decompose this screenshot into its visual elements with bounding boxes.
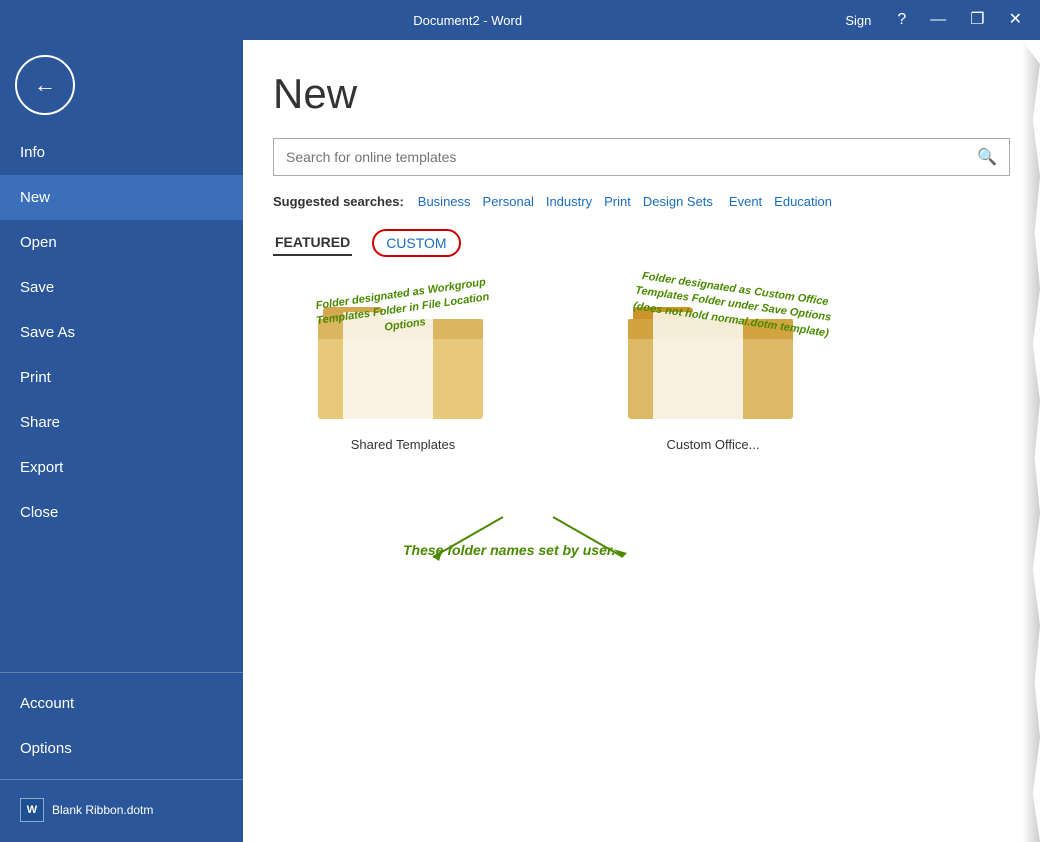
- sidebar-divider-2: [0, 779, 243, 780]
- suggested-label: Suggested searches:: [273, 194, 404, 209]
- suggested-event[interactable]: Event: [725, 192, 766, 211]
- sidebar-item-open[interactable]: Open: [0, 220, 243, 265]
- restore-button[interactable]: ❐: [962, 8, 992, 32]
- custom-folder-container: Folder designated as Custom Office Templ…: [623, 277, 803, 427]
- page-title: New: [273, 70, 1010, 118]
- suggested-education[interactable]: Education: [770, 192, 836, 211]
- recent-file-label: Blank Ribbon.dotm: [52, 803, 153, 817]
- recent-file-item[interactable]: W Blank Ribbon.dotm: [0, 788, 243, 832]
- shared-templates-label[interactable]: Shared Templates: [313, 437, 493, 452]
- sidebar-item-close[interactable]: Close: [0, 490, 243, 535]
- back-icon: ←: [34, 72, 56, 98]
- sidebar-bottom: Account Options W Blank Ribbon.dotm: [0, 664, 243, 832]
- sidebar-divider-1: [0, 672, 243, 673]
- sidebar: ← Info New Open Save Save As Print Share…: [0, 40, 243, 842]
- search-input[interactable]: [286, 149, 977, 165]
- window-controls: Sign ? — ❐ ✕: [845, 8, 1030, 32]
- custom-office-item: Folder designated as Custom Office Templ…: [623, 277, 803, 452]
- title-bar: Document2 - Word Sign ? — ❐ ✕: [0, 0, 1040, 40]
- back-button[interactable]: ←: [15, 55, 75, 115]
- shared-templates-item: Folder designated as Workgroup Templates…: [313, 277, 493, 452]
- suggested-industry[interactable]: Industry: [542, 192, 596, 211]
- suggested-searches: Suggested searches: Business Personal In…: [273, 192, 1010, 211]
- minimize-button[interactable]: —: [922, 8, 954, 32]
- torn-edge: [1022, 40, 1040, 842]
- word-file-icon: W: [20, 798, 44, 822]
- search-icon: 🔍: [977, 147, 997, 167]
- suggested-business[interactable]: Business: [414, 192, 475, 211]
- shared-folder-container: Folder designated as Workgroup Templates…: [313, 277, 493, 427]
- app-layout: ← Info New Open Save Save As Print Share…: [0, 40, 1040, 842]
- suggested-design-sets[interactable]: Design Sets: [639, 192, 717, 211]
- main-content: New 🔍 Suggested searches: Business Perso…: [243, 40, 1040, 842]
- window-title: Document2 - Word: [90, 13, 845, 28]
- sidebar-item-new[interactable]: New: [0, 175, 243, 220]
- sidebar-item-export[interactable]: Export: [0, 445, 243, 490]
- sidebar-item-options[interactable]: Options: [0, 726, 243, 771]
- suggested-print[interactable]: Print: [600, 192, 635, 211]
- help-button[interactable]: ?: [889, 8, 914, 32]
- tab-featured[interactable]: FEATURED: [273, 230, 352, 256]
- search-bar: 🔍: [273, 138, 1010, 176]
- tab-custom[interactable]: CUSTOM: [372, 229, 460, 257]
- sidebar-item-save[interactable]: Save: [0, 265, 243, 310]
- sidebar-item-account[interactable]: Account: [0, 681, 243, 726]
- templates-area: Folder designated as Workgroup Templates…: [273, 277, 1010, 597]
- sidebar-item-share[interactable]: Share: [0, 400, 243, 445]
- folder-names-note: These folder names set by user.: [403, 542, 615, 558]
- close-button[interactable]: ✕: [1001, 8, 1030, 32]
- tabs-row: FEATURED CUSTOM: [273, 229, 1010, 257]
- sidebar-item-saveas[interactable]: Save As: [0, 310, 243, 355]
- sidebar-item-info[interactable]: Info: [0, 130, 243, 175]
- custom-office-label[interactable]: Custom Office...: [623, 437, 803, 452]
- nav-menu: Info New Open Save Save As Print Share E…: [0, 130, 243, 535]
- sidebar-item-print[interactable]: Print: [0, 355, 243, 400]
- sign-in-label[interactable]: Sign: [845, 13, 881, 28]
- suggested-personal[interactable]: Personal: [479, 192, 538, 211]
